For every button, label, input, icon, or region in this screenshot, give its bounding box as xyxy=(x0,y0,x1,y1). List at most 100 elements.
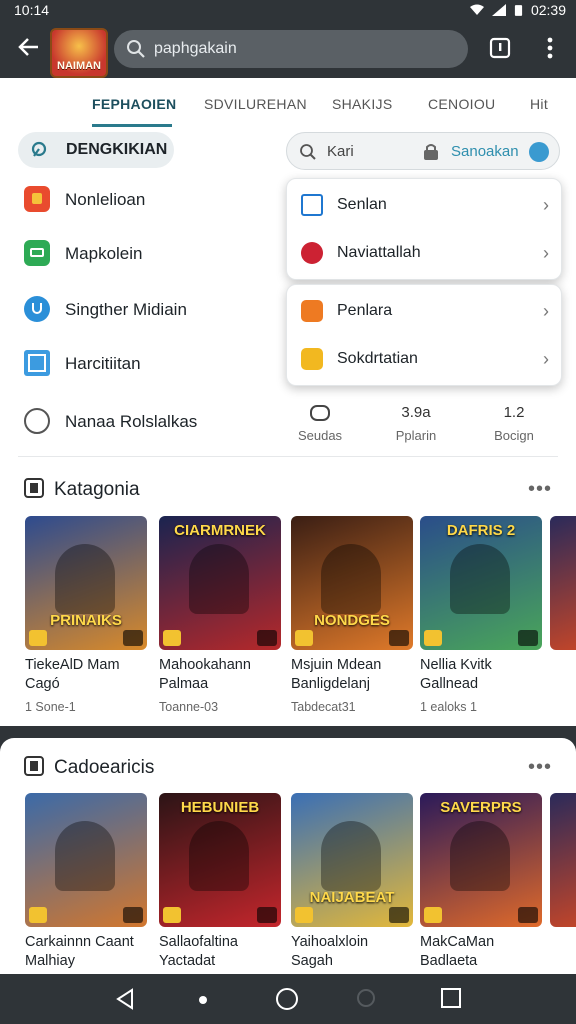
tab-2[interactable]: SHAKIJS xyxy=(332,96,392,112)
popup-menu-2: Penlara › Sokdrtatian › xyxy=(286,284,562,386)
grid-yellow-icon xyxy=(301,348,323,370)
menu-item-label: Singther Midiain xyxy=(65,300,187,319)
menu-item-0[interactable]: Nonlelioan xyxy=(20,180,280,220)
game-card[interactable]: DAFRIS 2 Nellia Kvitk Gallnead 1 ealoks 1 xyxy=(420,516,542,714)
game-cover-image: NAIJABEAT xyxy=(291,793,413,927)
cover-title: HEBUNIEB xyxy=(180,799,260,816)
age-badge-icon xyxy=(389,907,409,923)
tab-1[interactable]: SDVILUREHAN xyxy=(204,96,307,112)
popup-item[interactable]: Senlan › xyxy=(287,181,563,229)
stat-label: Seudas xyxy=(297,428,343,443)
game-card[interactable]: CIARMRNEK Mahookahann Palmaa Toanne-03 xyxy=(159,516,281,714)
section-header-1: Katagonia xyxy=(24,478,140,501)
nav-back-icon[interactable] xyxy=(114,987,136,1011)
wifi-icon xyxy=(469,4,484,15)
face-outline-icon xyxy=(24,408,50,434)
popup-item[interactable]: Penlara › xyxy=(287,287,563,335)
search-chip-icon xyxy=(31,141,47,157)
status-clock-right: 02:39 xyxy=(530,2,566,18)
chevron-right-icon: › xyxy=(543,349,549,369)
status-bar: 10:14 02:39 xyxy=(0,0,576,20)
cover-title: NONDGES xyxy=(314,612,390,629)
cover-title: SAVERPRS xyxy=(440,799,522,816)
image-blue-icon xyxy=(24,350,50,376)
chevron-right-icon: › xyxy=(543,243,549,263)
tab-bar: FEPHAOIEN SDVILUREHAN SHAKIJS CENOIOU Hi… xyxy=(0,78,576,128)
popup-item-label: Senlan xyxy=(337,196,387,213)
chevron-right-icon: › xyxy=(543,195,549,215)
tab-0[interactable]: FEPHAOIEN xyxy=(92,96,176,112)
age-badge-icon xyxy=(123,907,143,923)
game-cover-image: SAVERPRS xyxy=(420,793,542,927)
lock-icon xyxy=(424,144,438,160)
nav-home-icon[interactable] xyxy=(275,987,299,1011)
rating-badge-icon xyxy=(424,630,442,646)
chevron-right-icon: › xyxy=(543,301,549,321)
game-meta: Tabdecat31 xyxy=(291,700,356,714)
cover-title: CIARMRNEK xyxy=(174,522,266,539)
secondary-search[interactable]: Kari Sanoakan xyxy=(286,132,560,170)
game-card[interactable]: HEBUNIEB Sallaofaltina Yactadat xyxy=(159,793,281,971)
back-arrow-icon[interactable] xyxy=(16,34,46,64)
stat-value: 3.9a xyxy=(401,404,431,421)
status-time: 10:14 xyxy=(14,2,50,18)
category-chip[interactable]: DENGKIKIAN xyxy=(18,132,174,168)
secondary-search-action[interactable]: Sanoakan xyxy=(451,143,519,160)
popup-item-label: Naviattallah xyxy=(337,244,421,261)
tab-4[interactable]: Hit xyxy=(530,96,548,112)
age-badge-icon xyxy=(518,907,538,923)
section-header-2: Cadoearicis xyxy=(24,756,154,779)
stat-0[interactable]: Seudas xyxy=(280,404,360,443)
menu-item-1[interactable]: Mapkolein xyxy=(20,234,280,274)
stat-1[interactable]: 3.9a Pplarin xyxy=(376,404,456,443)
secondary-search-placeholder: Kari xyxy=(327,143,354,160)
app-red-icon xyxy=(24,186,50,212)
game-card-partial[interactable] xyxy=(550,793,576,927)
game-cover-image: NONDGES xyxy=(291,516,413,650)
stat-2[interactable]: 1.2 Bocign xyxy=(474,404,554,443)
age-badge-icon xyxy=(257,907,277,923)
game-cover-image: DAFRIS 2 xyxy=(420,516,542,650)
popup-item[interactable]: Naviattallah › xyxy=(287,229,563,277)
rating-badge-icon xyxy=(29,907,47,923)
divider xyxy=(18,456,558,457)
verified-badge-icon xyxy=(529,142,549,162)
game-card[interactable]: NONDGES Msjuin Mdean Banligdelanj Tabdecat… xyxy=(291,516,413,714)
nav-faint-icon xyxy=(357,989,375,1007)
top-search-bar[interactable]: paphgakain xyxy=(114,30,468,68)
menu-item-label: Nonlelioan xyxy=(65,190,146,209)
game-card[interactable]: SAVERPRS MakCaMan Badlaeta xyxy=(420,793,542,971)
nav-recents-icon[interactable] xyxy=(440,987,462,1009)
rating-badge-icon xyxy=(163,630,181,646)
tab-3[interactable]: CENOIOU xyxy=(428,96,495,112)
app-logo[interactable]: NAIMAN xyxy=(50,28,108,78)
stat-label: Bocign xyxy=(494,428,534,443)
popup-item[interactable]: Sokdrtatian › xyxy=(287,335,563,383)
menu-item-2[interactable]: Singther Midiain xyxy=(20,290,280,330)
game-cover-image: PRINAIKS xyxy=(25,516,147,650)
game-card[interactable]: PRINAIKS TiekeAlD Mam Cagó 1 Sone-1 xyxy=(25,516,147,714)
more-options-icon[interactable]: ••• xyxy=(528,756,552,779)
chip-label: DENGKIKIAN xyxy=(66,141,168,158)
game-card-partial[interactable] xyxy=(550,516,576,650)
tab-switcher-icon[interactable] xyxy=(488,36,512,60)
signal-icon xyxy=(491,4,506,16)
system-nav-bar xyxy=(0,974,576,1024)
game-card[interactable]: Carkainnn Caant Malhiay xyxy=(25,793,147,971)
popup-menu-1: Senlan › Naviattallah › xyxy=(286,178,562,280)
game-meta: 1 Sone-1 xyxy=(25,700,76,714)
game-meta: 1 ealoks 1 xyxy=(420,700,477,714)
game-meta: Toanne-03 xyxy=(159,700,219,714)
game-title: MakCaMan Badlaeta xyxy=(420,934,495,969)
overflow-menu-icon[interactable] xyxy=(538,36,562,60)
battery-icon xyxy=(514,4,523,16)
more-options-icon[interactable]: ••• xyxy=(528,478,552,501)
game-title: Mahookahann Palmaa xyxy=(159,657,251,692)
menu-item-label: Mapkolein xyxy=(65,244,143,263)
game-card[interactable]: NAIJABEAT Yaihoalxloin Sagah xyxy=(291,793,413,971)
section-title: Cadoearicis xyxy=(54,757,155,778)
card-orange-icon xyxy=(301,300,323,322)
menu-item-4[interactable]: Nanaa Rolslalkas xyxy=(20,402,280,442)
menu-item-3[interactable]: Harcitiitan xyxy=(20,344,280,384)
cover-title: NAIJABEAT xyxy=(309,889,395,906)
